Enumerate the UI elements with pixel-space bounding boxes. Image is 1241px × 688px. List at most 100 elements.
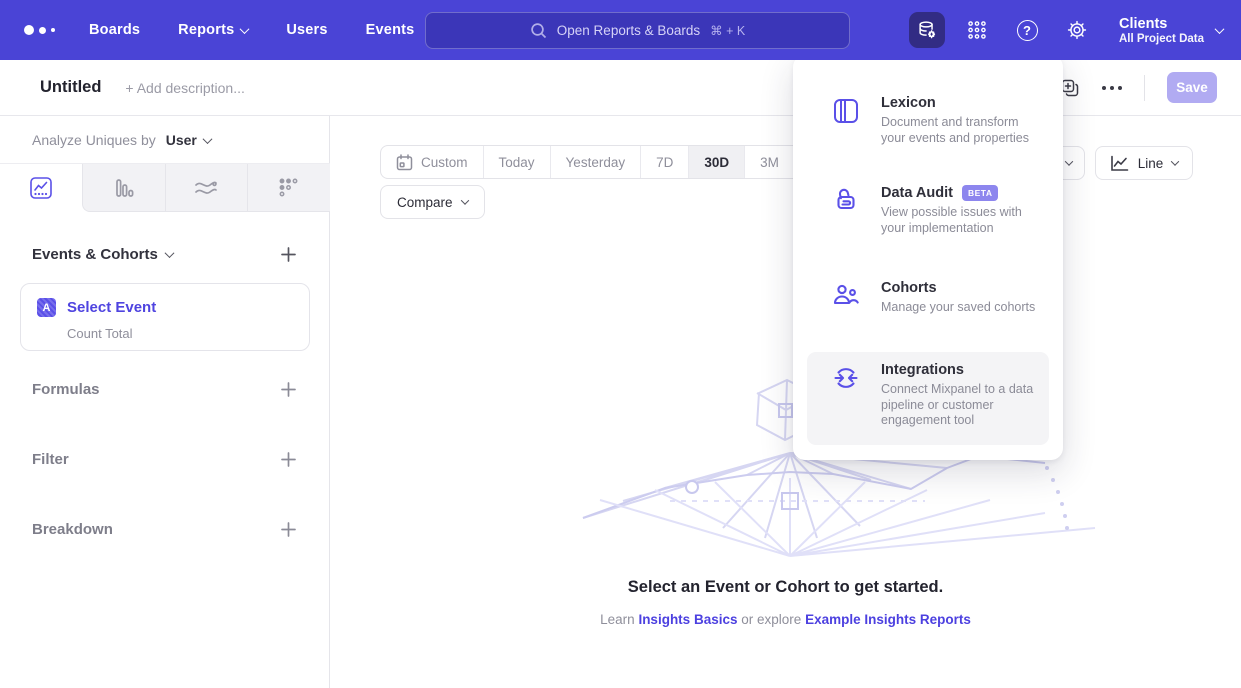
events-cohorts-header: Events & Cohorts: [32, 246, 297, 263]
org-name: Clients: [1119, 15, 1204, 33]
chevron-down-icon: [1215, 24, 1225, 34]
search-placeholder: Open Reports & Boards: [557, 23, 700, 38]
beta-badge: BETA: [962, 185, 999, 201]
copy-plus-icon: [1060, 78, 1080, 98]
apps-grid-button[interactable]: [959, 12, 995, 48]
nav-item-boards[interactable]: Boards: [89, 22, 140, 38]
search-icon: [530, 22, 547, 39]
menu-item-title: Lexicon: [881, 95, 1037, 111]
dots-grid-tab-icon: [277, 176, 301, 200]
date-range-3m[interactable]: 3M: [744, 146, 794, 178]
nav-item-users[interactable]: Users: [286, 22, 327, 38]
add-event-button[interactable]: [280, 246, 297, 263]
chart-type-dropdown[interactable]: Line: [1095, 146, 1193, 180]
lexicon-icon: [832, 95, 860, 146]
nav-item-events[interactable]: Events: [366, 22, 415, 38]
events-cohorts-toggle[interactable]: Events & Cohorts: [32, 246, 173, 263]
header-divider: [1144, 75, 1145, 101]
bar-chart-tab-icon: [112, 176, 136, 200]
menu-item-lexicon[interactable]: Lexicon Document and transform your even…: [807, 85, 1049, 156]
add-formula-button[interactable]: [280, 381, 297, 398]
chevron-down-icon: [1171, 157, 1179, 165]
help-icon: ?: [1017, 20, 1038, 41]
database-gear-icon: [916, 19, 938, 41]
chevron-down-icon: [164, 248, 174, 258]
data-audit-icon: [832, 185, 860, 236]
mixpanel-logo-icon[interactable]: [24, 25, 55, 35]
empty-state-subtitle: Learn Insights Basics or explore Example…: [330, 612, 1241, 627]
formulas-label: Formulas: [32, 381, 100, 398]
insights-basics-link[interactable]: Insights Basics: [638, 612, 737, 627]
flow-tab-icon: [193, 176, 219, 200]
date-range-7d[interactable]: 7D: [640, 146, 688, 178]
empty-state-title: Select an Event or Cohort to get started…: [330, 578, 1241, 597]
add-filter-button[interactable]: [280, 451, 297, 468]
analyze-by-dropdown[interactable]: User: [166, 132, 211, 148]
settings-button[interactable]: [1059, 12, 1095, 48]
event-card[interactable]: A Select Event Count Total: [20, 283, 310, 351]
query-builder-sidebar: Analyze Uniques by User: [0, 116, 330, 688]
plus-icon: [280, 521, 297, 538]
menu-item-description: Manage your saved cohorts: [881, 300, 1035, 316]
tab-insights-line[interactable]: [0, 164, 82, 212]
save-button[interactable]: Save: [1167, 72, 1217, 103]
tab-retention-grid[interactable]: [247, 164, 330, 212]
event-aggregation[interactable]: Count Total: [67, 326, 309, 341]
add-breakdown-button[interactable]: [280, 521, 297, 538]
ellipsis-icon: [1102, 86, 1122, 90]
menu-item-description: View possible issues with your implement…: [881, 205, 1037, 236]
search-shortcut: ⌘ + K: [710, 23, 745, 38]
filter-section: Filter: [32, 451, 297, 468]
report-canvas: Custom Today Yesterday 7D 30D 3M 6M Comp…: [330, 116, 1241, 688]
date-range-custom[interactable]: Custom: [381, 146, 483, 178]
chevron-down-icon: [460, 196, 468, 204]
data-management-button[interactable]: [909, 12, 945, 48]
nav-item-reports[interactable]: Reports: [178, 22, 248, 38]
breakdown-label: Breakdown: [32, 521, 113, 538]
tab-bar-chart[interactable]: [82, 164, 165, 212]
date-range-yesterday[interactable]: Yesterday: [550, 146, 641, 178]
date-range-today[interactable]: Today: [483, 146, 550, 178]
date-range-30d[interactable]: 30D: [688, 146, 744, 178]
chevron-down-icon: [1065, 157, 1073, 165]
line-chart-tab-icon: [29, 176, 53, 200]
breakdown-section: Breakdown: [32, 521, 297, 538]
analyze-label: Analyze Uniques by: [32, 132, 156, 148]
help-button[interactable]: ?: [1009, 12, 1045, 48]
line-chart-icon: [1110, 155, 1129, 172]
gear-icon: [1066, 19, 1088, 41]
cohorts-icon: [832, 280, 860, 316]
menu-item-description: Document and transform your events and p…: [881, 115, 1037, 146]
plus-icon: [280, 246, 297, 263]
menu-item-title: Cohorts: [881, 280, 1035, 296]
analyze-uniques-row: Analyze Uniques by User: [32, 132, 211, 148]
report-title[interactable]: Untitled: [40, 78, 101, 97]
event-letter-badge: A: [37, 298, 56, 317]
menu-item-data-audit[interactable]: Data AuditBETA View possible issues with…: [807, 175, 1049, 246]
search-input[interactable]: Open Reports & Boards ⌘ + K: [425, 12, 850, 49]
menu-item-title: Data AuditBETA: [881, 185, 1037, 201]
mixpanel-insights-page: Boards Reports Users Events Open Reports…: [0, 0, 1241, 688]
more-options-button[interactable]: [1102, 86, 1122, 90]
duplicate-button[interactable]: [1060, 78, 1080, 98]
project-name: All Project Data: [1119, 33, 1204, 45]
compare-dropdown[interactable]: Compare: [380, 185, 485, 219]
menu-item-integrations[interactable]: Integrations Connect Mixpanel to a data …: [807, 352, 1049, 445]
integrations-icon: [832, 362, 860, 429]
chevron-down-icon: [240, 24, 250, 34]
select-event-button[interactable]: Select Event: [67, 299, 156, 316]
plus-icon: [280, 451, 297, 468]
calendar-icon: [396, 154, 413, 171]
header-actions: Save: [1060, 72, 1217, 103]
chevron-down-icon: [202, 134, 212, 144]
example-insights-reports-link[interactable]: Example Insights Reports: [805, 612, 971, 627]
chart-type-tabs: [0, 163, 330, 212]
menu-item-cohorts[interactable]: Cohorts Manage your saved cohorts: [807, 270, 1049, 326]
project-switcher[interactable]: Clients All Project Data: [1119, 15, 1223, 45]
add-description-field[interactable]: + Add description...: [125, 80, 244, 96]
grid-icon: [966, 19, 988, 41]
tab-flow[interactable]: [165, 164, 248, 212]
top-navigation-bar: Boards Reports Users Events Open Reports…: [0, 0, 1241, 60]
data-tools-dropdown-menu: Lexicon Document and transform your even…: [793, 55, 1063, 460]
menu-item-title: Integrations: [881, 362, 1037, 378]
